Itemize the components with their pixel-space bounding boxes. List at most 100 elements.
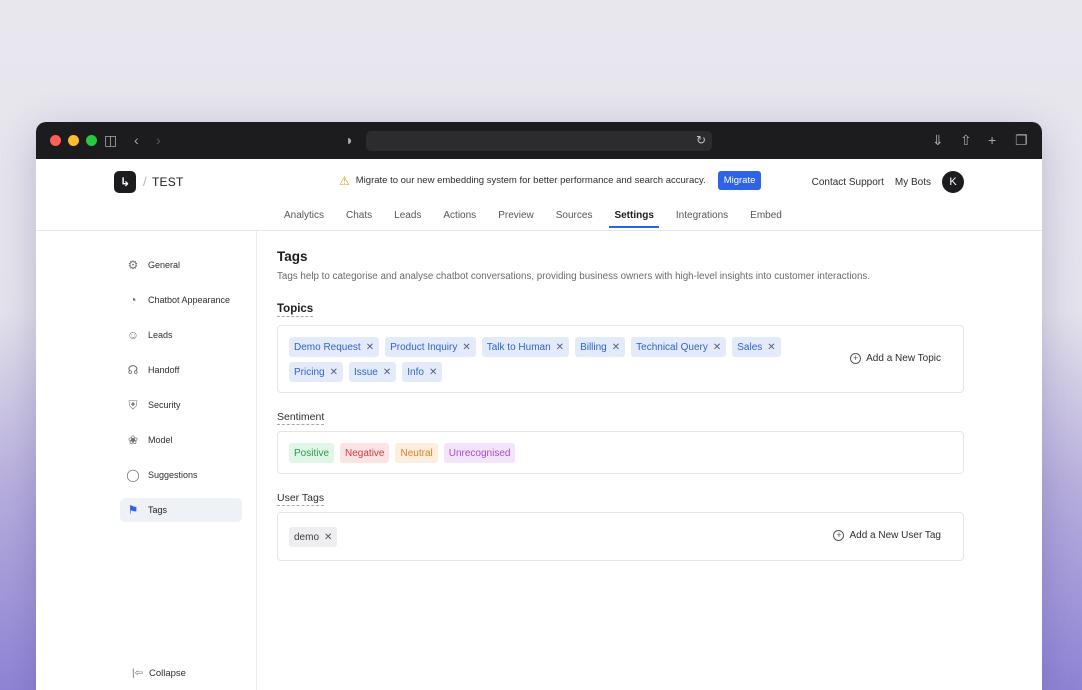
sidebar-item-label: Tags [148, 505, 168, 515]
settings-body: ⚙ General ◔ Chatbot Appearance ☺ Leads ☊… [36, 231, 1042, 690]
topic-tag: Demo Request ✕ [289, 337, 380, 357]
plus-circle-icon: + [833, 530, 845, 541]
tab-chats[interactable]: Chats [346, 210, 372, 227]
tab-overview-icon[interactable]: ❐ [1015, 132, 1028, 148]
sidebar-item-model[interactable]: ❀ Model [120, 428, 242, 452]
topic-tag: Pricing ✕ [289, 362, 343, 382]
tab-actions[interactable]: Actions [443, 210, 476, 227]
add-topic-label: Add a New Topic [866, 353, 941, 364]
add-user-tag-button[interactable]: + Add a New User Tag [833, 530, 941, 541]
banner-text: Migrate to our new embedding system for … [355, 175, 706, 186]
topic-tag: Info ✕ [402, 362, 443, 382]
browser-toolbar: ◫ ‹ › ◑ ↻ ⇓ ⇧ + ❐ [36, 122, 1042, 159]
tag-label: Issue [353, 366, 378, 378]
add-topic-button[interactable]: + Add a New Topic [850, 353, 941, 364]
minimize-window-button[interactable] [68, 135, 79, 146]
user-tags-list: demo ✕ [289, 527, 809, 547]
user-tags-label: User Tags [277, 492, 325, 506]
download-icon[interactable]: ⇓ [932, 132, 944, 148]
sidebar-item-tags[interactable]: ⚑ Tags [120, 498, 242, 522]
add-user-tag-label: Add a New User Tag [849, 530, 941, 541]
sidebar-item-label: Security [148, 400, 181, 410]
sidebar-item-label: Suggestions [148, 470, 198, 480]
tab-preview[interactable]: Preview [498, 210, 534, 227]
tab-integrations[interactable]: Integrations [676, 210, 728, 227]
lightbulb-icon: ◯ [126, 468, 140, 482]
palette-icon: ◔ [129, 293, 137, 307]
tab-sources[interactable]: Sources [556, 210, 593, 227]
topic-tag: Sales ✕ [732, 337, 781, 357]
sidebar-item-suggestions[interactable]: ◯ Suggestions [120, 463, 242, 487]
user-tag: demo ✕ [289, 527, 338, 547]
avatar[interactable]: K [942, 171, 964, 193]
gear-icon: ⚙ [127, 258, 139, 272]
zoom-window-button[interactable] [86, 135, 97, 146]
remove-tag-icon[interactable]: ✕ [324, 532, 332, 543]
chevron-right-icon[interactable]: › [156, 132, 161, 148]
my-bots-link[interactable]: My Bots [895, 177, 931, 188]
sidebar-item-general[interactable]: ⚙ General [120, 253, 242, 277]
sidebar-item-security[interactable]: ⛨ Security [120, 393, 242, 417]
sidebar-item-leads[interactable]: ☺ Leads [120, 323, 242, 347]
remove-tag-icon[interactable]: ✕ [713, 342, 721, 353]
tag-label: Info [407, 366, 424, 378]
collapse-icon: |⇦ [132, 668, 143, 679]
topics-label: Topics [277, 303, 314, 317]
tag-label: Talk to Human [486, 341, 551, 353]
window-controls [50, 135, 97, 146]
tag-label: Pricing [294, 366, 325, 378]
topic-tag: Issue ✕ [348, 362, 397, 382]
tab-embed[interactable]: Embed [750, 210, 782, 227]
remove-tag-icon[interactable]: ✕ [330, 367, 338, 378]
tag-label: Demo Request [294, 341, 361, 353]
topics-box: Demo Request ✕ Product Inquiry ✕ Talk to H… [277, 325, 964, 393]
remove-tag-icon[interactable]: ✕ [366, 342, 374, 353]
remove-tag-icon[interactable]: ✕ [612, 342, 620, 353]
tag-label: Technical Query [636, 341, 708, 353]
remove-tag-icon[interactable]: ✕ [383, 367, 391, 378]
sentiment-tag-unrecognised: Unrecognised [443, 443, 516, 463]
sidebar-item-label: General [148, 260, 181, 270]
sidebar-toggle-icon[interactable]: ◫ [104, 132, 117, 148]
remove-tag-icon[interactable]: ✕ [462, 342, 470, 353]
tab-leads[interactable]: Leads [394, 210, 421, 227]
sidebar-item-chatbot-appearance[interactable]: ◔ Chatbot Appearance [120, 288, 242, 312]
logo-icon[interactable]: ↳ [114, 171, 136, 193]
tag-icon: ⚑ [127, 503, 139, 517]
sentiment-label: Sentiment [277, 411, 325, 425]
sidebar-item-handoff[interactable]: ☊ Handoff [120, 358, 242, 382]
sidebar-item-label: Leads [148, 330, 173, 340]
page-title: Tags [277, 249, 308, 264]
reload-icon[interactable]: ↻ [696, 133, 706, 147]
remove-tag-icon[interactable]: ✕ [767, 342, 775, 353]
close-window-button[interactable] [50, 135, 61, 146]
collapse-button[interactable]: |⇦ Collapse [132, 668, 186, 679]
chevron-left-icon[interactable]: ‹ [134, 132, 139, 148]
warning-icon: ⚠ [339, 173, 350, 188]
migration-banner: ⚠ Migrate to our new embedding system fo… [339, 171, 762, 190]
remove-tag-icon[interactable]: ✕ [556, 342, 564, 353]
tag-label: Product Inquiry [390, 341, 458, 353]
page-description: Tags help to categorise and analyse chat… [277, 271, 871, 282]
users-icon: ☺ [126, 328, 140, 342]
address-bar[interactable]: ↻ [366, 131, 712, 151]
tab-settings[interactable]: Settings [609, 210, 660, 228]
remove-tag-icon[interactable]: ✕ [429, 367, 437, 378]
project-name[interactable]: TEST [152, 175, 183, 189]
app-header: ↳ / TEST ⚠ Migrate to our new embedding … [36, 159, 1042, 231]
migrate-button[interactable]: Migrate [717, 171, 762, 190]
plus-icon[interactable]: + [988, 132, 996, 148]
topics-list: Demo Request ✕ Product Inquiry ✕ Talk to H… [289, 337, 809, 382]
user-tags-box: demo ✕ + Add a New User Tag [277, 512, 964, 561]
header-actions: Contact Support My Bots K [812, 171, 964, 193]
shield-icon[interactable]: ◑ [344, 132, 352, 148]
contact-support-link[interactable]: Contact Support [812, 177, 884, 188]
collapse-label: Collapse [148, 668, 186, 679]
settings-sidebar: ⚙ General ◔ Chatbot Appearance ☺ Leads ☊… [36, 231, 257, 690]
brain-icon: ❀ [127, 433, 139, 447]
topic-tag: Talk to Human ✕ [481, 337, 570, 357]
share-icon[interactable]: ⇧ [960, 132, 972, 148]
breadcrumb-separator: / [143, 174, 147, 189]
sentiment-box: Positive Negative Neutral Unrecognised [277, 431, 964, 474]
tab-analytics[interactable]: Analytics [284, 210, 324, 227]
